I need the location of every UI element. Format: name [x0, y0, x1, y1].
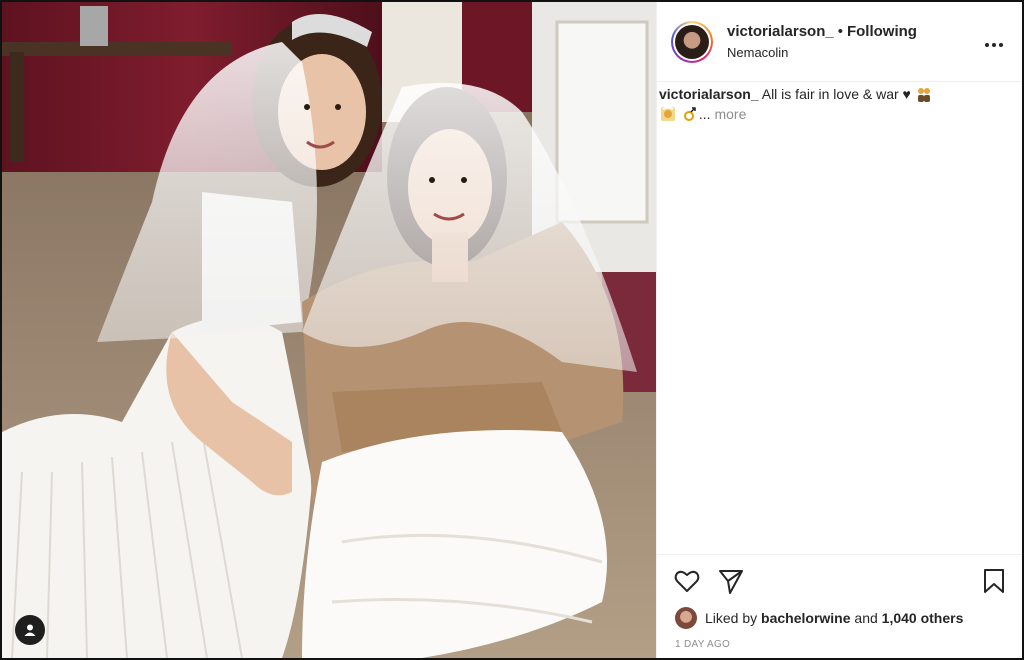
- post-actions: Liked by bachelorwine and 1,040 others 1…: [657, 554, 1022, 658]
- caption-more-link[interactable]: more: [714, 106, 746, 122]
- avatar[interactable]: [671, 20, 713, 63]
- liker-avatar[interactable]: [675, 607, 697, 629]
- heart-icon[interactable]: [673, 567, 701, 600]
- post-timestamp[interactable]: 1 DAY AGO: [675, 639, 730, 650]
- likes-summary: Liked by bachelorwine and 1,040 others: [675, 607, 963, 629]
- likes-count-link[interactable]: 1,040 others: [882, 610, 964, 626]
- post-caption: victorialarson_ All is fair in love & wa…: [657, 82, 1022, 124]
- likes-prefix: Liked by: [705, 610, 758, 626]
- caption-username[interactable]: victorialarson_: [659, 86, 759, 102]
- post-header: victorialarson_ • Following Nemacolin: [657, 2, 1022, 82]
- caption-ellipsis: ...: [698, 106, 711, 122]
- bridal-photo-illustration: [2, 2, 656, 658]
- more-horizontal-icon[interactable]: [984, 30, 1004, 52]
- following-button[interactable]: Following: [847, 23, 917, 40]
- likes-joiner: and: [854, 610, 878, 626]
- post-side-panel: victorialarson_ • Following Nemacolin vict…: [656, 2, 1022, 658]
- separator-dot: •: [837, 22, 843, 40]
- instagram-post-modal: victorialarson_ • Following Nemacolin vict…: [0, 0, 1024, 660]
- post-photo[interactable]: [2, 2, 656, 658]
- bookmark-icon[interactable]: [980, 567, 1008, 600]
- bride-icon: [661, 106, 675, 121]
- user-tag-icon[interactable]: [15, 615, 45, 645]
- couple-icon: [917, 88, 930, 102]
- caption-text: All is fair in love & war ♥: [761, 86, 911, 102]
- liker-username[interactable]: bachelorwine: [761, 610, 850, 626]
- location-link[interactable]: Nemacolin: [727, 45, 917, 61]
- profile-photo: [675, 24, 709, 59]
- username-link[interactable]: victorialarson_: [727, 23, 834, 40]
- paper-plane-icon[interactable]: [717, 567, 745, 600]
- ring-icon: [683, 107, 696, 121]
